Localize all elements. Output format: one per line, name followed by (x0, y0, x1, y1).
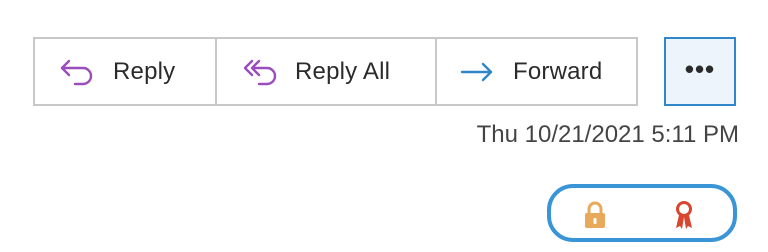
more-actions-button[interactable]: ••• (664, 37, 736, 106)
reply-all-arrows-icon (241, 58, 277, 86)
forward-arrow-icon (459, 58, 495, 86)
reply-label: Reply (113, 57, 176, 85)
response-button-group: Reply Reply All Forward (33, 37, 638, 106)
reply-all-label: Reply All (295, 57, 391, 85)
message-timestamp: Thu 10/21/2021 5:11 PM (476, 121, 739, 148)
forward-label: Forward (513, 57, 603, 85)
forward-button[interactable]: Forward (435, 39, 636, 104)
security-indicators-highlight (547, 184, 737, 242)
message-header-actions: Reply Reply All Forward ••• Thu 10/21/20… (0, 0, 768, 252)
padlock-icon[interactable] (582, 200, 608, 230)
ellipsis-icon: ••• (684, 53, 716, 84)
reply-all-button[interactable]: Reply All (215, 39, 435, 104)
reply-button[interactable]: Reply (35, 39, 215, 104)
reply-arrow-icon (59, 58, 95, 86)
digital-signature-ribbon-icon[interactable] (671, 200, 697, 230)
